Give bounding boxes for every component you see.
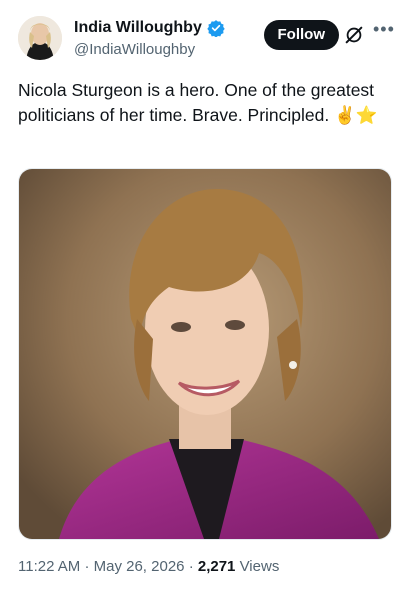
tweet-time[interactable]: 11:22 AM — [18, 558, 80, 575]
tweet-meta: 11:22 AM · May 26, 2026 · 2,271 Views — [18, 558, 279, 575]
views-count[interactable]: 2,271 — [198, 558, 236, 575]
tweet-photo[interactable] — [18, 168, 392, 540]
views-label: Views — [239, 558, 280, 575]
more-options-icon[interactable]: ••• — [373, 20, 395, 42]
author-avatar[interactable] — [18, 16, 62, 60]
grok-icon[interactable] — [343, 24, 365, 46]
tweet-date[interactable]: May 26, 2026 — [94, 558, 185, 575]
author-name-row: India Willoughby — [74, 18, 225, 38]
meta-separator: · — [84, 558, 90, 575]
author-handle[interactable]: @IndiaWilloughby — [74, 41, 195, 58]
follow-button[interactable]: Follow — [263, 20, 339, 50]
verified-badge-icon — [207, 19, 225, 38]
tweet-text: Nicola Sturgeon is a hero. One of the gr… — [18, 80, 378, 125]
tweet-header: India Willoughby @IndiaWilloughby Follow… — [18, 14, 397, 66]
author-display-name[interactable]: India Willoughby — [74, 18, 202, 38]
meta-separator: · — [188, 558, 194, 575]
